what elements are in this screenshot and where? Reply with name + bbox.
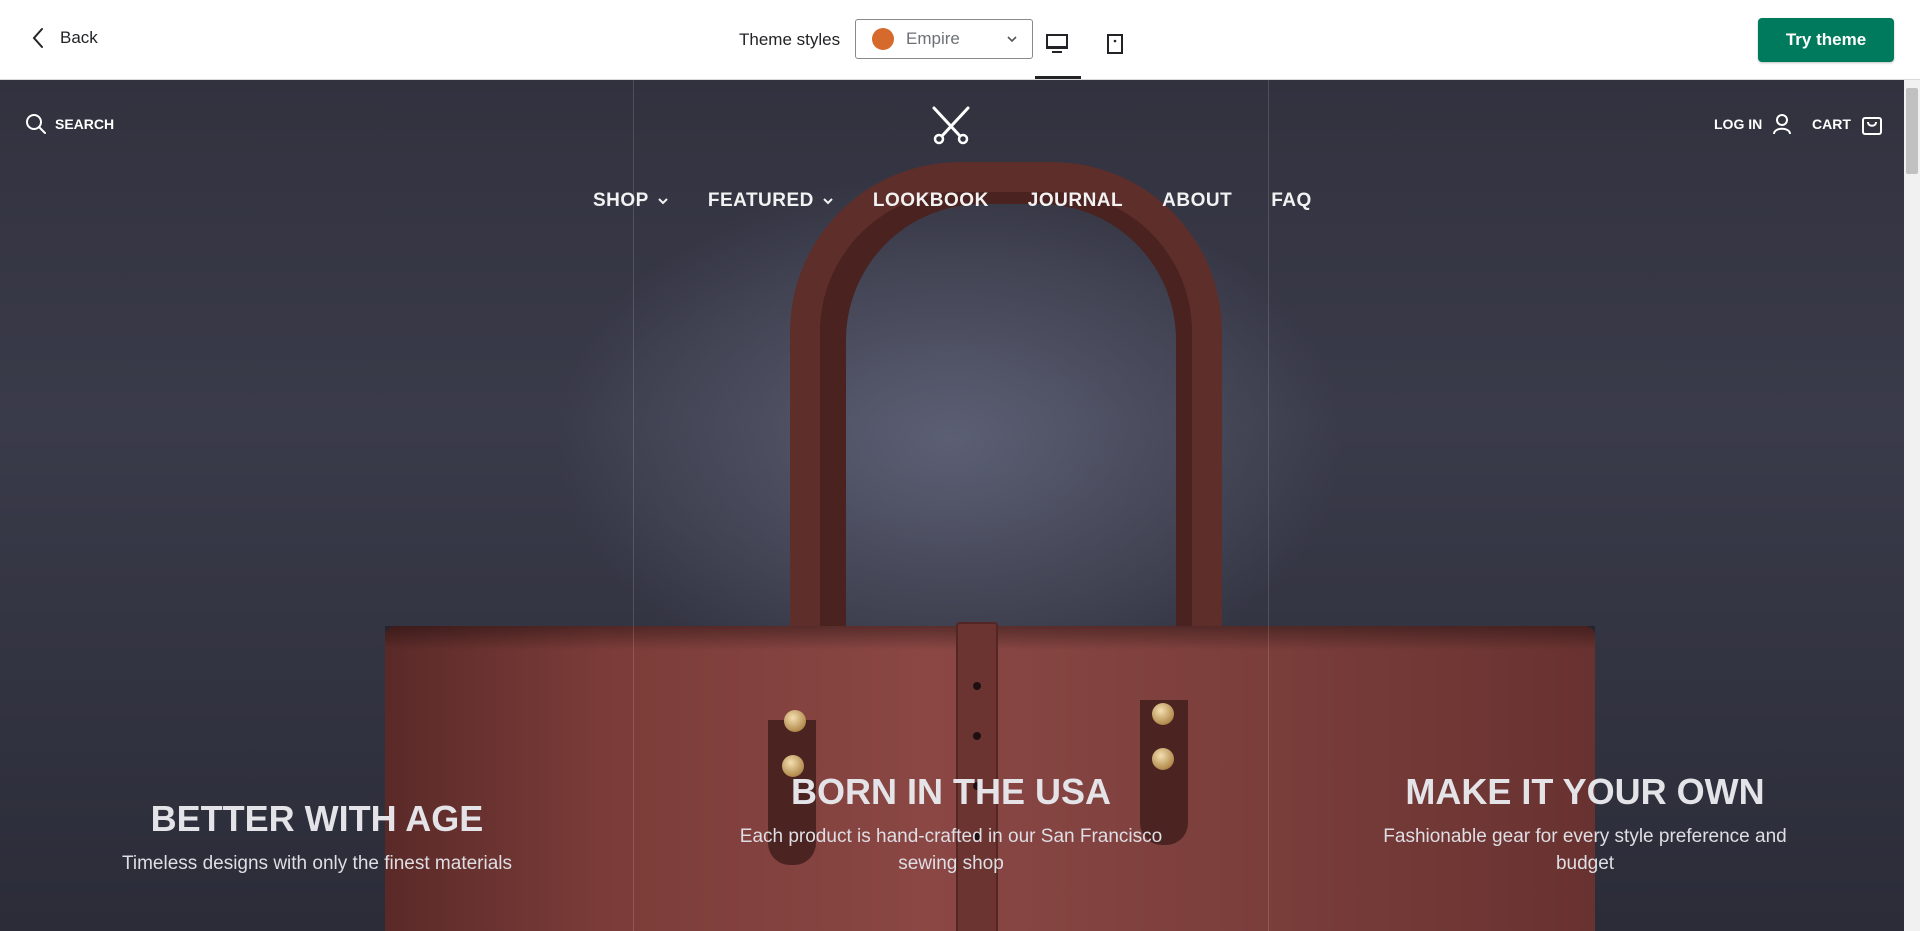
nav-label: FAQ <box>1271 190 1312 211</box>
nav-item-about[interactable]: ABOUT <box>1162 190 1232 212</box>
nav-label: JOURNAL <box>1027 190 1124 211</box>
chevron-down-icon <box>658 198 668 205</box>
scissors-logo-icon[interactable] <box>930 104 972 146</box>
rivet <box>784 710 806 732</box>
nav-label: SHOP <box>593 190 649 211</box>
cart-link[interactable]: CART <box>1812 113 1883 135</box>
login-label: LOG IN <box>1714 116 1763 132</box>
feature-block: BORN IN THE USA Each product is hand-cra… <box>671 771 1231 877</box>
back-label: Back <box>60 28 98 47</box>
feature-text: Timeless designs with only the finest ma… <box>121 853 512 874</box>
theme-styles-label: Theme styles <box>739 30 841 49</box>
theme-style-select[interactable]: Empire <box>855 19 1033 59</box>
login-link[interactable]: LOG IN <box>1714 113 1792 135</box>
feature-text: Each product is hand-crafted in our San … <box>739 826 1163 874</box>
rivet <box>1152 748 1174 770</box>
nav-item-journal[interactable]: JOURNAL <box>1028 190 1123 212</box>
store-preview: SEARCH LOG IN CART SHOP FEATURED LOOKBOO… <box>0 80 1904 931</box>
nav-label: FEATURED <box>707 190 814 211</box>
theme-color-swatch <box>872 28 894 50</box>
cart-label: CART <box>1812 116 1851 132</box>
search-label: SEARCH <box>55 116 115 132</box>
feature-block: MAKE IT YOUR OWN Fashionable gear for ev… <box>1305 771 1865 877</box>
theme-preview-bar: Back Theme styles Empire Try theme <box>0 0 1920 80</box>
nav-item-featured[interactable]: FEATURED <box>708 190 834 212</box>
nav-item-faq[interactable]: FAQ <box>1271 190 1312 212</box>
desktop-icon <box>1046 34 1068 53</box>
scrollbar-thumb[interactable] <box>1906 88 1918 174</box>
feature-text: Fashionable gear for every style prefere… <box>1383 826 1787 874</box>
nav-item-lookbook[interactable]: LOOKBOOK <box>873 190 989 212</box>
mobile-icon <box>1107 34 1123 54</box>
chevron-left-icon <box>32 28 43 48</box>
strap-hole <box>973 682 981 690</box>
nav-label: ABOUT <box>1162 190 1233 211</box>
back-button[interactable]: Back <box>30 26 98 50</box>
store-main-nav: SHOP FEATURED LOOKBOOK JOURNAL ABOUT FAQ <box>593 190 1312 212</box>
preview-scrollbar[interactable] <box>1904 80 1920 931</box>
theme-style-value: Empire <box>906 29 960 48</box>
desktop-view-button[interactable] <box>1043 30 1071 58</box>
feature-title: BORN IN THE USA <box>790 771 1111 812</box>
store-search-button[interactable]: SEARCH <box>25 113 114 135</box>
chevron-down-icon <box>1007 36 1017 43</box>
shopping-bag-icon <box>1861 117 1882 135</box>
active-view-indicator <box>1035 76 1081 79</box>
nav-item-shop[interactable]: SHOP <box>593 190 669 212</box>
chevron-down-icon <box>823 198 833 205</box>
feature-title: MAKE IT YOUR OWN <box>1405 771 1765 812</box>
feature-title: BETTER WITH AGE <box>150 798 484 839</box>
search-icon <box>26 114 46 134</box>
try-theme-button[interactable]: Try theme <box>1758 18 1894 62</box>
user-icon <box>1773 114 1792 135</box>
feature-block: BETTER WITH AGE Timeless designs with on… <box>37 798 597 877</box>
nav-label: LOOKBOOK <box>872 190 989 211</box>
mobile-view-button[interactable] <box>1101 30 1129 58</box>
strap-hole <box>973 732 981 740</box>
rivet <box>1152 703 1174 725</box>
